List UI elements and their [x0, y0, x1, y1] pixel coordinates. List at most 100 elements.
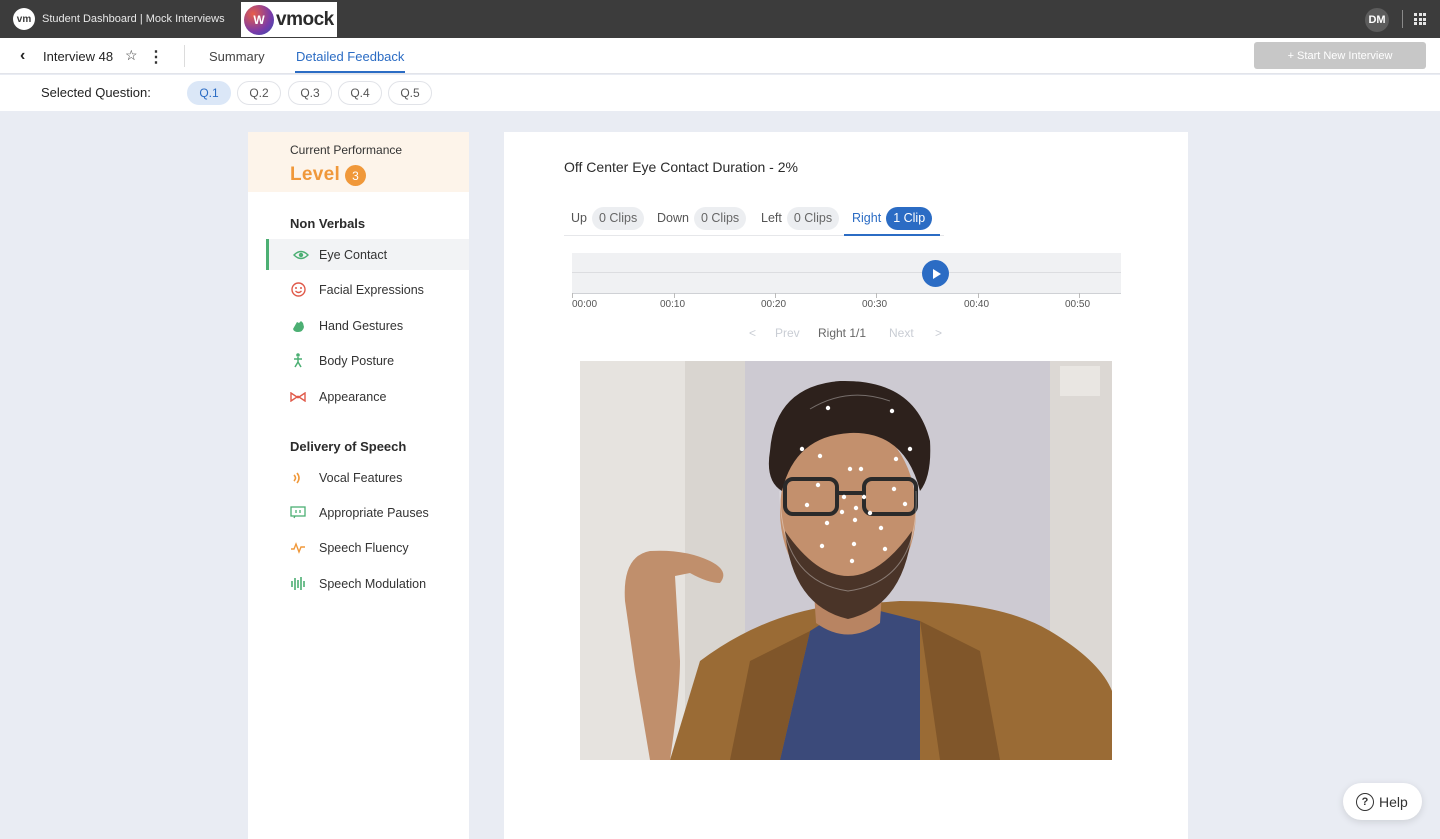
divider [1402, 10, 1403, 28]
hand-icon [290, 318, 306, 334]
level-badge: 3 [345, 165, 366, 186]
sound-wave-icon [290, 470, 306, 486]
clip-count-badge: 0 Clips [786, 206, 840, 230]
sidebar-item-label: Hand Gestures [319, 318, 404, 333]
sidebar-item-appropriate-pauses[interactable]: Appropriate Pauses [266, 497, 469, 528]
star-icon[interactable]: ☆ [125, 47, 138, 64]
sidebar-item-eye-contact[interactable]: Eye Contact [266, 239, 469, 270]
timeline-tick-label: 00:50 [1065, 299, 1091, 310]
video-frame-illustration [580, 361, 1112, 760]
help-label: Help [1379, 793, 1408, 810]
clip-timeline[interactable] [572, 253, 1121, 293]
selected-question-label: Selected Question: [41, 85, 151, 100]
timeline-tick [572, 293, 573, 298]
tab-right[interactable]: Right 1 Clip [852, 206, 933, 230]
start-new-interview-button[interactable]: + Start New Interview [1254, 42, 1426, 69]
posture-icon [290, 353, 306, 369]
help-button[interactable]: ? Help [1343, 783, 1422, 820]
pulse-icon [290, 540, 306, 556]
pause-icon [290, 505, 306, 521]
sidebar-item-label: Facial Expressions [319, 282, 424, 297]
smile-icon [290, 282, 306, 298]
sidebar-item-vocal-features[interactable]: Vocal Features [266, 462, 469, 493]
tab-label: Right [852, 211, 882, 225]
bowtie-icon [290, 389, 306, 405]
prev-arrow-icon[interactable]: < [749, 326, 756, 340]
vmock-logo-icon: W [244, 4, 274, 35]
timeline-track [572, 272, 1121, 273]
sidebar-item-label: Appropriate Pauses [319, 505, 429, 520]
question-selector: Selected Question: Q.1 Q.2 Q.3 Q.4 Q.5 [0, 75, 1440, 111]
clip-count-badge: 0 Clips [693, 206, 747, 230]
interview-video-frame[interactable] [580, 361, 1112, 760]
interview-nav-bar: ‹ Interview 48 ☆ ⋮ Summary Detailed Feed… [0, 38, 1440, 74]
timeline-tick-label: 00:30 [862, 299, 888, 310]
help-icon: ? [1356, 792, 1374, 811]
timeline-tick-label: 00:20 [761, 299, 787, 310]
tab-label: Left [761, 211, 782, 225]
sidebar-item-label: Eye Contact [319, 247, 388, 262]
sidebar-item-appearance[interactable]: Appearance [266, 381, 469, 412]
sidebar-item-facial-expressions[interactable]: Facial Expressions [266, 274, 469, 305]
back-arrow-icon[interactable]: ‹ [20, 48, 34, 64]
tab-up[interactable]: Up 0 Clips [571, 206, 645, 230]
question-pill-1[interactable]: Q.1 [187, 81, 231, 105]
play-button[interactable] [922, 260, 949, 287]
level-label: Level [290, 164, 341, 185]
prev-button[interactable]: Prev [775, 326, 800, 340]
sidebar-item-label: Speech Fluency [319, 540, 409, 555]
active-tab-indicator [295, 71, 405, 73]
question-pill-4[interactable]: Q.4 [338, 81, 382, 105]
sidebar-item-label: Appearance [319, 389, 387, 404]
timeline-tick-label: 00:40 [964, 299, 990, 310]
metric-title: Off Center Eye Contact Duration - 2% [564, 159, 798, 175]
divider [184, 45, 185, 67]
more-options-icon[interactable]: ⋮ [148, 47, 164, 67]
question-pill-5[interactable]: Q.5 [388, 81, 432, 105]
timeline-tick [978, 293, 979, 298]
question-pill-3[interactable]: Q.3 [288, 81, 332, 105]
equalizer-icon [290, 576, 306, 592]
tab-label: Down [657, 211, 689, 225]
active-tab-indicator [844, 234, 940, 236]
app-title: Student Dashboard | Mock Interviews [42, 13, 225, 25]
current-performance: Current Performance Level 3 [248, 132, 469, 192]
feedback-detail-panel: Off Center Eye Contact Duration - 2% Up … [504, 132, 1188, 839]
section-heading-delivery-of-speech: Delivery of Speech [290, 439, 407, 454]
sidebar-item-label: Speech Modulation [319, 576, 427, 591]
tab-down[interactable]: Down 0 Clips [657, 206, 747, 230]
clip-position: Right 1/1 [818, 326, 867, 340]
question-pill-2[interactable]: Q.2 [237, 81, 281, 105]
sidebar-item-speech-fluency[interactable]: Speech Fluency [266, 532, 469, 563]
timeline-tick [1079, 293, 1080, 298]
section-heading-non-verbals: Non Verbals [290, 216, 366, 231]
top-bar: vm Student Dashboard | Mock Interviews [0, 0, 1440, 38]
performance-title: Current Performance [290, 143, 403, 157]
tab-label: Up [571, 211, 587, 225]
next-button[interactable]: Next [889, 326, 914, 340]
app-logo-icon[interactable]: vm [13, 8, 35, 30]
interview-title: Interview 48 [43, 49, 114, 64]
timeline-tick-label: 00:10 [660, 299, 686, 310]
play-icon [932, 268, 941, 279]
sidebar-item-hand-gestures[interactable]: Hand Gestures [266, 310, 469, 341]
timeline-axis [572, 293, 1121, 294]
next-arrow-icon[interactable]: > [935, 326, 942, 340]
timeline-tick-label: 00:00 [572, 299, 598, 310]
timeline-tick [876, 293, 877, 298]
tab-detailed-feedback[interactable]: Detailed Feedback [296, 49, 404, 64]
tab-left[interactable]: Left 0 Clips [761, 206, 840, 230]
vmock-logo[interactable]: W vmock [241, 2, 337, 37]
feedback-sidebar: Current Performance Level 3 Non Verbals … [248, 132, 469, 839]
clip-count-badge: 1 Clip [886, 206, 933, 230]
sidebar-item-speech-modulation[interactable]: Speech Modulation [266, 568, 469, 599]
avatar[interactable]: DM [1365, 8, 1389, 32]
apps-grid-icon[interactable] [1414, 13, 1426, 25]
eye-icon [293, 247, 309, 263]
sidebar-item-label: Body Posture [319, 353, 395, 368]
timeline-tick [674, 293, 675, 298]
tab-summary[interactable]: Summary [209, 49, 265, 64]
direction-tabs: Up 0 Clips Down 0 Clips Left 0 Clips Rig… [564, 206, 944, 236]
clip-count-badge: 0 Clips [591, 206, 645, 230]
sidebar-item-body-posture[interactable]: Body Posture [266, 345, 469, 376]
